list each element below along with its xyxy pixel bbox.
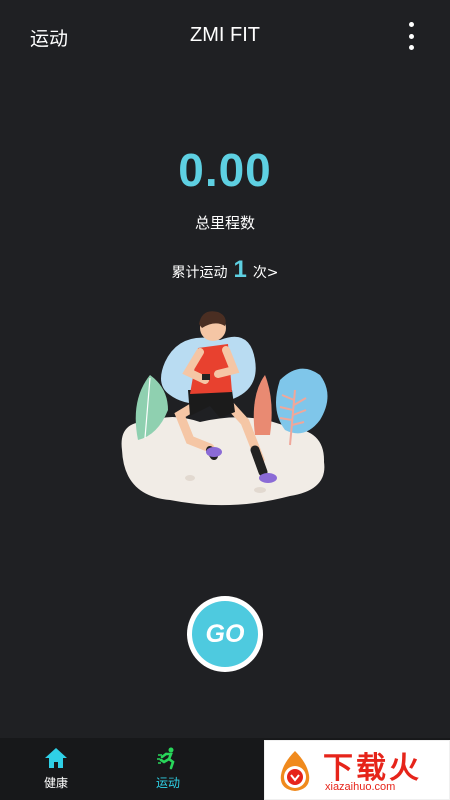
go-button-label: GO (192, 601, 258, 667)
total-distance-label: 总里程数 (194, 214, 255, 232)
total-distance-value: 0.00 (178, 144, 272, 196)
watermark-site: xiazaihuo.com (325, 781, 396, 793)
runner-illustration (110, 300, 340, 510)
tab-health-label: 健康 (43, 776, 68, 790)
tab-sport[interactable]: 运动 (128, 746, 208, 791)
app-title: ZMI FIT (190, 24, 260, 46)
more-vertical-icon[interactable] (398, 22, 424, 50)
workout-count-link[interactable]: 累计运动 1 次> (0, 256, 450, 284)
top-header: 运动 ZMI FIT (0, 0, 450, 72)
workout-count-suffix: 次> (252, 265, 279, 281)
workout-count-value: 1 (233, 256, 247, 283)
tab-health[interactable]: 健康 (16, 746, 96, 791)
tab-sport-label: 运动 (155, 776, 180, 790)
watermark-logo: 下载火 xiazaihuo.com (264, 740, 450, 800)
running-icon (155, 746, 181, 770)
home-icon (43, 746, 69, 770)
go-button[interactable]: GO (187, 596, 263, 672)
workout-count-prefix: 累计运动 (171, 265, 228, 281)
flame-logo-icon (273, 749, 317, 793)
